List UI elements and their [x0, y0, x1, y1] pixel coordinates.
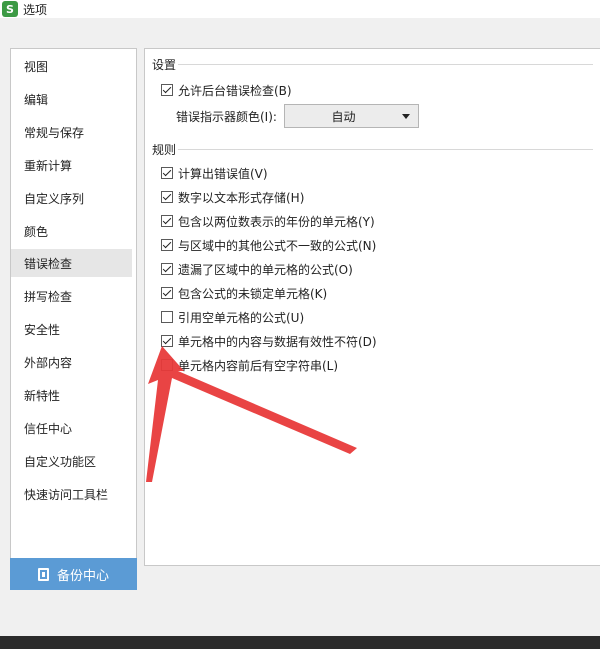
rule-row[interactable]: 计算出错误值(V) [161, 164, 268, 182]
sidebar-item-edit[interactable]: 编辑 [11, 85, 132, 113]
rule-checkbox[interactable] [161, 335, 173, 347]
rule-label: 单元格内容前后有空字符串(L) [178, 358, 339, 373]
backup-center-button[interactable]: 备份中心 [10, 558, 137, 590]
taskbar-strip [0, 636, 600, 649]
rule-checkbox[interactable] [161, 239, 173, 251]
sidebar-item-general-save[interactable]: 常规与保存 [11, 118, 132, 146]
indicator-color-select[interactable]: 自动 [284, 104, 419, 128]
dropdown-arrow-icon [402, 113, 410, 119]
sidebar-item-error-checking[interactable]: 错误检查 [11, 249, 132, 277]
indicator-color-label: 错误指示器颜色(I): [176, 110, 277, 124]
rule-row[interactable]: 包含公式的未锁定单元格(K) [161, 284, 327, 302]
rule-row[interactable]: 单元格中的内容与数据有效性不符(D) [161, 332, 377, 350]
allow-background-check-label: 允许后台错误检查(B) [178, 83, 292, 98]
allow-background-check-row[interactable]: 允许后台错误检查(B) [161, 81, 292, 99]
rule-label: 与区域中的其他公式不一致的公式(N) [178, 238, 377, 253]
sidebar-item-external-content[interactable]: 外部内容 [11, 348, 132, 376]
rule-label: 包含以两位数表示的年份的单元格(Y) [178, 214, 375, 229]
window-title: 选项 [23, 2, 48, 17]
sidebar-item-trust-center[interactable]: 信任中心 [11, 414, 132, 442]
rule-row[interactable]: 包含以两位数表示的年份的单元格(Y) [161, 212, 375, 230]
sidebar-item-view[interactable]: 视图 [11, 52, 132, 80]
sidebar-item-quick-access-toolbar[interactable]: 快速访问工具栏 [11, 480, 132, 508]
sidebar-item-new-features[interactable]: 新特性 [11, 381, 132, 409]
sidebar-item-spelling[interactable]: 拼写检查 [11, 282, 132, 310]
dialog-body: 视图 编辑 常规与保存 重新计算 自定义序列 颜色 错误检查 拼写检查 安全性 … [0, 18, 600, 636]
rule-label: 单元格中的内容与数据有效性不符(D) [178, 334, 377, 349]
title-bar: S 选项 [0, 0, 600, 18]
error-checking-panel: 设置 允许后台错误检查(B) 错误指示器颜色(I): 自动 规则 计算出错误值(… [144, 48, 600, 566]
allow-background-check-checkbox[interactable] [161, 84, 173, 96]
sidebar-item-custom-lists[interactable]: 自定义序列 [11, 184, 132, 212]
section-divider [178, 64, 593, 65]
sidebar-item-security[interactable]: 安全性 [11, 315, 132, 343]
rule-checkbox[interactable] [161, 359, 173, 371]
rule-label: 引用空单元格的公式(U) [178, 310, 305, 325]
rule-label: 包含公式的未锁定单元格(K) [178, 286, 328, 301]
options-sidebar: 视图 编辑 常规与保存 重新计算 自定义序列 颜色 错误检查 拼写检查 安全性 … [10, 48, 137, 566]
sidebar-item-customize-ribbon[interactable]: 自定义功能区 [11, 447, 132, 475]
app-logo-icon: S [2, 1, 18, 17]
section-divider [178, 149, 593, 150]
rule-label: 遗漏了区域中的单元格的公式(O) [178, 262, 353, 277]
rule-checkbox[interactable] [161, 167, 173, 179]
rule-checkbox[interactable] [161, 215, 173, 227]
rule-label: 计算出错误值(V) [178, 166, 268, 181]
backup-center-label: 备份中心 [56, 567, 109, 583]
sidebar-item-recalculate[interactable]: 重新计算 [11, 151, 132, 179]
rule-checkbox[interactable] [161, 311, 173, 323]
rule-row[interactable]: 与区域中的其他公式不一致的公式(N) [161, 236, 376, 254]
indicator-color-value: 自动 [331, 109, 356, 124]
section-title-rules: 规则 [152, 143, 177, 157]
rule-row[interactable]: 单元格内容前后有空字符串(L) [161, 356, 338, 374]
backup-icon [37, 567, 49, 581]
rule-row[interactable]: 数字以文本形式存储(H) [161, 188, 304, 206]
rule-row[interactable]: 引用空单元格的公式(U) [161, 308, 304, 326]
rule-row[interactable]: 遗漏了区域中的单元格的公式(O) [161, 260, 353, 278]
sidebar-item-colors[interactable]: 颜色 [11, 217, 132, 245]
rule-checkbox[interactable] [161, 191, 173, 203]
section-title-settings: 设置 [152, 58, 177, 72]
rule-checkbox[interactable] [161, 263, 173, 275]
rule-checkbox[interactable] [161, 287, 173, 299]
rule-label: 数字以文本形式存储(H) [178, 190, 305, 205]
